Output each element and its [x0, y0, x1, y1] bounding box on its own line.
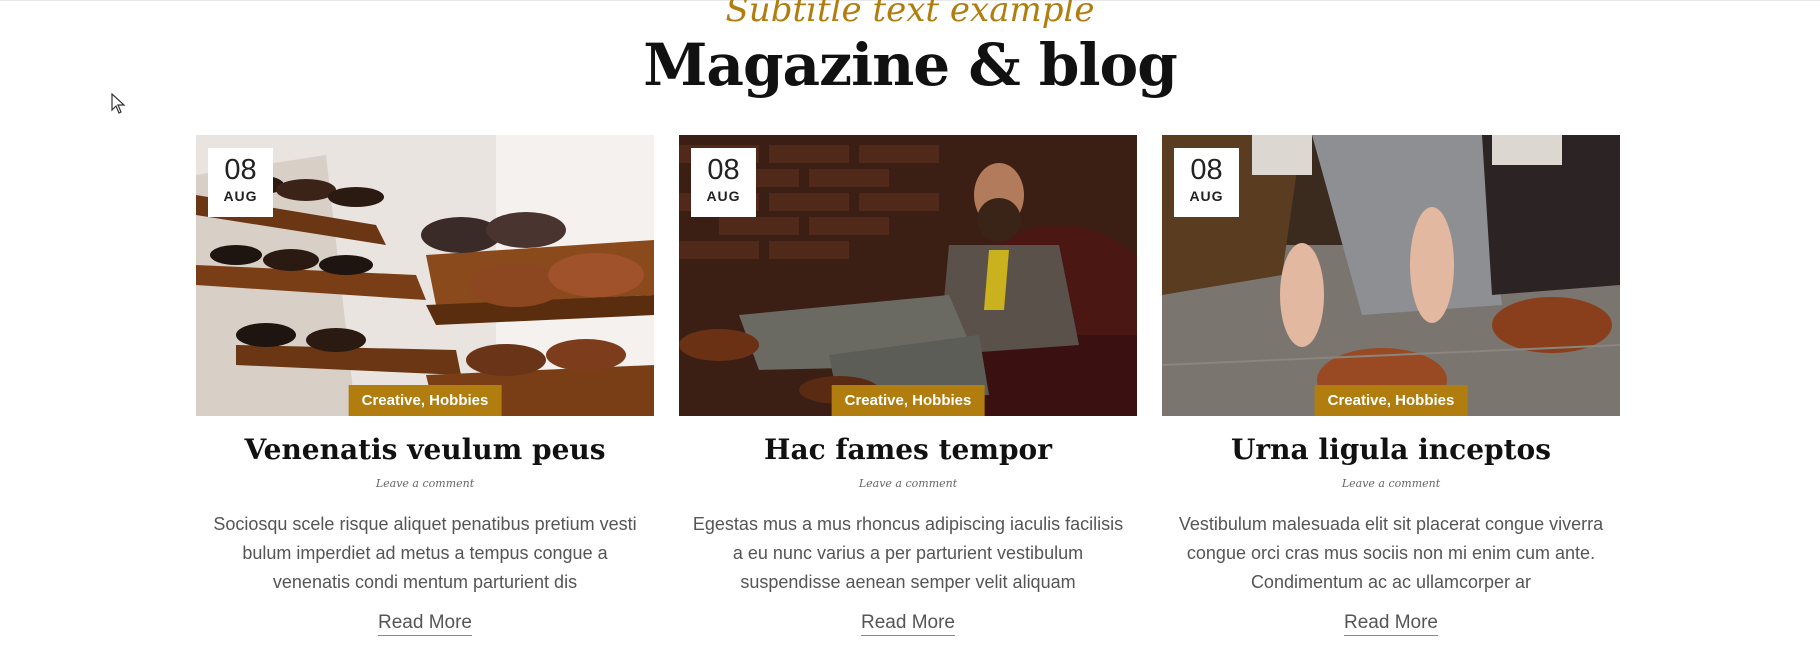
- read-more-link[interactable]: Read More: [378, 612, 472, 636]
- date-day: 08: [707, 154, 740, 186]
- date-badge: 08 AUG: [691, 148, 756, 217]
- post-excerpt: Vestibulum malesuada elit sit placerat c…: [1178, 514, 1604, 592]
- date-badge: 08 AUG: [1174, 148, 1239, 217]
- date-month: AUG: [1189, 188, 1224, 204]
- post-image[interactable]: 08 AUG Creative, Hobbies: [679, 135, 1137, 416]
- blog-card-1: 08 AUG Creative, Hobbies Venenatis veulu…: [196, 135, 654, 636]
- date-badge: 08 AUG: [208, 148, 273, 217]
- date-month: AUG: [706, 188, 741, 204]
- leave-comment-link[interactable]: Leave a comment: [1162, 476, 1620, 492]
- category-tags[interactable]: Creative, Hobbies: [1314, 385, 1468, 416]
- leave-comment-link[interactable]: Leave a comment: [679, 476, 1137, 492]
- read-more-link[interactable]: Read More: [1344, 612, 1438, 636]
- post-excerpt: Sociosqu scele risque aliquet penatibus …: [213, 514, 637, 592]
- post-excerpt: Egestas mus a mus rhoncus adipiscing iac…: [692, 514, 1124, 592]
- read-more-link[interactable]: Read More: [861, 612, 955, 636]
- date-day: 08: [1190, 154, 1223, 186]
- post-title[interactable]: Hac fames tempor: [679, 432, 1137, 468]
- post-image[interactable]: 08 AUG Creative, Hobbies: [196, 135, 654, 416]
- leave-comment-link[interactable]: Leave a comment: [196, 476, 654, 492]
- post-image[interactable]: 08 AUG Creative, Hobbies: [1162, 135, 1620, 416]
- section-title: Magazine & blog: [643, 31, 1178, 99]
- section-subtitle: Subtitle text example: [725, 0, 1095, 30]
- blog-card-2: 08 AUG Creative, Hobbies Hac fames tempo…: [679, 135, 1137, 636]
- post-title[interactable]: Venenatis veulum peus: [196, 432, 654, 468]
- category-tags[interactable]: Creative, Hobbies: [831, 385, 985, 416]
- blog-card-3: 08 AUG Creative, Hobbies Urna ligula inc…: [1162, 135, 1620, 636]
- category-tags[interactable]: Creative, Hobbies: [348, 385, 502, 416]
- mouse-cursor-icon: [111, 93, 126, 114]
- date-day: 08: [224, 154, 257, 186]
- post-title[interactable]: Urna ligula inceptos: [1162, 432, 1620, 468]
- date-month: AUG: [223, 188, 258, 204]
